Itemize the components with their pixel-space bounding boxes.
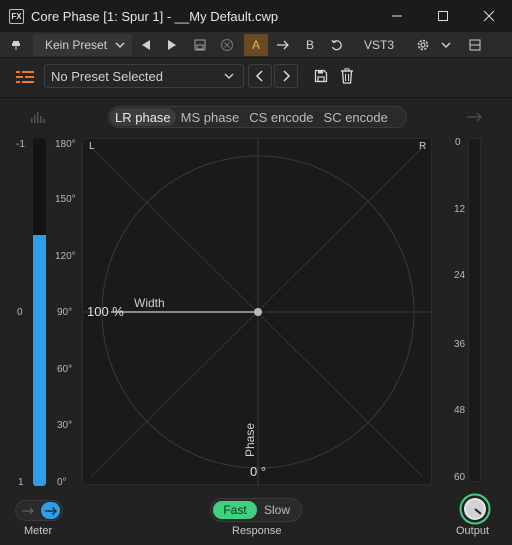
width-label: Width <box>134 296 165 310</box>
undo-icon <box>331 39 342 51</box>
meter-mode-selected <box>41 502 60 519</box>
output-scale-label: 48 <box>454 405 466 416</box>
meter-bars-icon <box>30 110 48 128</box>
chevron-down-icon <box>441 42 451 49</box>
output-scale-label: 24 <box>454 270 466 281</box>
response-slow-option[interactable]: Slow <box>257 501 297 519</box>
arrow-in-icon <box>22 507 34 515</box>
next-preset-button[interactable] <box>162 34 182 56</box>
arrow-right-icon <box>44 506 57 515</box>
output-meter <box>468 138 481 482</box>
hamburger-menu-icon <box>16 71 34 83</box>
response-toggle: Fast Slow <box>210 498 302 522</box>
ab-copy-button[interactable] <box>273 34 293 56</box>
output-knob[interactable] <box>459 493 491 525</box>
phase-label: Phase <box>243 422 257 458</box>
meter-label-mid: 0 <box>17 307 23 318</box>
plugin-header: No Preset Selected <box>0 58 512 98</box>
panel-layout-icon <box>469 39 481 51</box>
meter-label-bottom: 1 <box>18 477 24 488</box>
left-channel-label: L <box>89 141 95 152</box>
phase-scale-label: 60° <box>57 364 73 375</box>
host-toolbar: Kein Preset A B VST3 <box>0 32 512 58</box>
chevron-left-icon <box>255 70 263 82</box>
preset-select[interactable]: No Preset Selected <box>44 64 244 88</box>
correlation-meter <box>33 138 46 486</box>
host-preset-label: Kein Preset <box>45 38 108 52</box>
preset-select-value: No Preset Selected <box>51 69 164 84</box>
ab-b-button[interactable]: B <box>300 34 320 56</box>
phase-handle[interactable] <box>254 308 262 316</box>
arrow-right-icon <box>466 110 484 128</box>
close-icon <box>483 10 495 22</box>
phase-scale-label: 90° <box>57 307 73 318</box>
width-value: 100 % <box>87 304 124 319</box>
meter-label: Meter <box>24 525 53 537</box>
phase-scale-label: 180° <box>55 139 76 150</box>
meter-mode-toggle[interactable] <box>15 500 63 521</box>
save-icon <box>314 69 328 83</box>
save-icon <box>194 39 206 51</box>
undo-button[interactable] <box>327 34 347 56</box>
minimize-icon <box>392 15 402 17</box>
chevron-down-icon <box>224 73 234 79</box>
menu-button[interactable] <box>16 69 34 85</box>
host-delete-button[interactable] <box>217 34 237 56</box>
triangle-right-icon <box>168 40 176 50</box>
tab-sc-encode[interactable]: SC encode <box>319 108 393 126</box>
minimize-button[interactable] <box>374 0 420 32</box>
arrow-right-icon <box>277 40 289 50</box>
output-label: Output <box>456 525 490 537</box>
gear-icon <box>417 39 429 51</box>
maximize-button[interactable] <box>420 0 466 32</box>
host-preset-dropdown[interactable]: Kein Preset <box>33 34 132 56</box>
delete-preset-button[interactable] <box>337 66 357 86</box>
close-button[interactable] <box>466 0 512 32</box>
scope-grid <box>83 139 433 486</box>
save-preset-button[interactable] <box>311 66 331 86</box>
layout-button[interactable] <box>465 34 485 56</box>
output-scale-label: 12 <box>454 204 466 215</box>
phase-scale-label: 150° <box>55 194 76 205</box>
phase-scale-label: 0° <box>57 477 67 488</box>
maximize-icon <box>438 11 448 21</box>
trash-icon <box>341 68 353 84</box>
phase-scale-label: 30° <box>57 420 73 431</box>
tab-ms-phase[interactable]: MS phase <box>176 108 245 126</box>
host-save-button[interactable] <box>190 34 210 56</box>
phase-value: 0 ° <box>250 464 267 479</box>
response-label: Response <box>232 525 282 537</box>
previous-preset-button[interactable] <box>248 64 272 88</box>
vst3-label: VST3 <box>363 38 394 52</box>
correlation-meter-fill <box>33 235 46 486</box>
response-fast-option[interactable]: Fast <box>213 501 257 519</box>
tab-lr-phase[interactable]: LR phase <box>110 108 176 126</box>
tab-cs-encode[interactable]: CS encode <box>244 108 318 126</box>
output-scale-label: 36 <box>454 339 466 350</box>
pin-icon <box>12 41 20 50</box>
window-title: Core Phase [1: Spur 1] - __My Default.cw… <box>31 9 279 24</box>
mode-tabs: LR phase MS phase CS encode SC encode <box>108 106 407 128</box>
settings-button[interactable] <box>413 34 433 56</box>
chevron-down-icon <box>115 42 125 49</box>
prev-preset-button[interactable] <box>136 34 156 56</box>
settings-dropdown-button[interactable] <box>437 34 455 56</box>
chevron-right-icon <box>283 70 291 82</box>
phase-scope[interactable]: L R 100 % Width Phase 0 ° <box>82 138 433 486</box>
right-channel-label: R <box>419 141 427 152</box>
title-bar: FX Core Phase [1: Spur 1] - __My Default… <box>0 0 512 32</box>
knob-icon <box>459 493 491 525</box>
cancel-circle-icon <box>221 39 233 51</box>
pin-button[interactable] <box>6 34 26 56</box>
output-scale-label: 60 <box>454 472 466 483</box>
phase-scale-label: 120° <box>55 251 76 262</box>
output-scale-label: 0 <box>455 137 461 148</box>
triangle-left-icon <box>142 40 150 50</box>
ab-a-button[interactable]: A <box>244 34 268 56</box>
next-preset-nav-button[interactable] <box>274 64 298 88</box>
meter-label-top: -1 <box>16 139 25 150</box>
fx-app-icon: FX <box>9 9 24 24</box>
